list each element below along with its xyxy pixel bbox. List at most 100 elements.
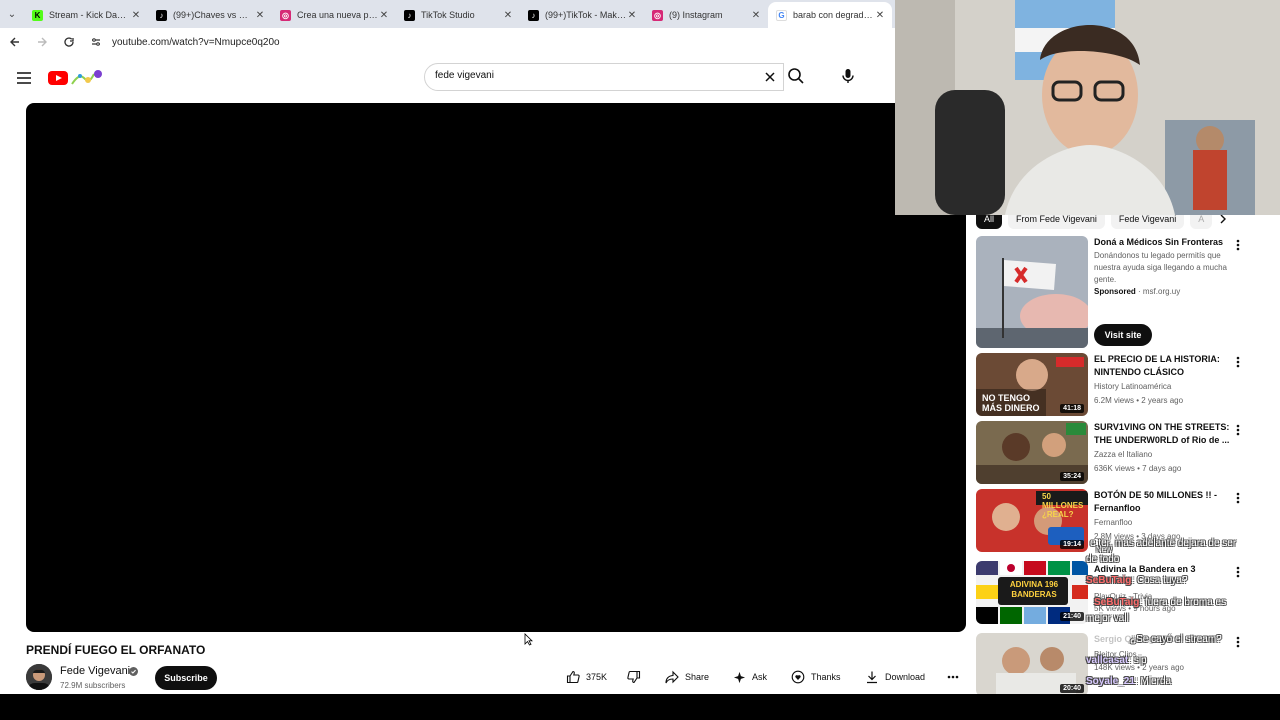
back-icon[interactable] bbox=[3, 30, 27, 54]
video-duration: 19:14 bbox=[1060, 540, 1084, 549]
chat-text: ¿Se cayó el stream? bbox=[1130, 634, 1222, 645]
browser-tab[interactable]: K Stream - Kick Dashbo ✕ bbox=[24, 2, 148, 28]
search-icon[interactable] bbox=[786, 66, 806, 86]
taskbar-strip bbox=[0, 694, 1280, 720]
more-vertical-icon[interactable] bbox=[1234, 355, 1242, 369]
video-duration: 20:40 bbox=[1060, 684, 1084, 693]
close-tab-icon[interactable]: ✕ bbox=[130, 10, 142, 21]
url-field[interactable]: youtube.com/watch?v=Nmupce0q20o bbox=[112, 37, 280, 48]
search-input[interactable]: fede vigevani bbox=[435, 70, 494, 81]
like-count: 375K bbox=[586, 672, 608, 682]
thanks-icon bbox=[791, 670, 805, 684]
chat-text: mejor vall bbox=[1086, 613, 1129, 624]
more-vertical-icon[interactable] bbox=[1234, 238, 1242, 252]
video-thumbnail[interactable]: 20:40 bbox=[976, 633, 1088, 696]
browser-tab[interactable]: ♪ (99+)TikTok - Make Y ✕ bbox=[520, 2, 644, 28]
clear-search-icon[interactable] bbox=[763, 70, 777, 84]
share-icon bbox=[665, 670, 679, 684]
browser-tab[interactable]: ♪ TikTok Studio ✕ bbox=[396, 2, 520, 28]
reload-icon[interactable] bbox=[57, 30, 81, 54]
video-meta: 6.2M views • 2 years ago bbox=[1094, 396, 1184, 405]
close-tab-icon[interactable]: ✕ bbox=[254, 10, 266, 21]
video-duration: 35:24 bbox=[1060, 472, 1084, 481]
close-tab-icon[interactable]: ✕ bbox=[502, 10, 514, 21]
tab-title: TikTok Studio bbox=[421, 10, 475, 20]
chat-message: Soyale_21: Mierda bbox=[1086, 676, 1171, 687]
youtube-logo[interactable] bbox=[48, 68, 110, 88]
ad-description: Donándonos tu legado permitís que nuestr… bbox=[1094, 251, 1227, 284]
tab-title: (99+)Chaves vs Drag bbox=[173, 10, 254, 20]
video-title[interactable]: BOTÓN DE 50 MILLONES !! - Fernanfloo bbox=[1094, 489, 1234, 515]
chat-text: de todo bbox=[1086, 554, 1120, 565]
browser-tab[interactable]: ◎ Crea una nueva publi ✕ bbox=[272, 2, 396, 28]
site-info-icon[interactable] bbox=[84, 30, 108, 54]
sponsored-ad[interactable]: Doná a Médicos Sin Fronteras Donándonos … bbox=[976, 236, 1266, 348]
browser-tab[interactable]: ◎ (9) Instagram ✕ bbox=[644, 2, 768, 28]
chat-text: New bbox=[1096, 545, 1113, 554]
close-tab-icon[interactable]: ✕ bbox=[874, 10, 886, 21]
chat-message: SeBuTaig: Cosa tuya? bbox=[1086, 575, 1188, 586]
video-channel[interactable]: Zazza el Italiano bbox=[1094, 450, 1152, 459]
chat-message: de todo bbox=[1086, 554, 1119, 565]
video-channel[interactable]: History Latinoamérica bbox=[1094, 382, 1171, 391]
tab-title: (9) Instagram bbox=[669, 10, 723, 20]
visit-site-button[interactable]: Visit site bbox=[1094, 324, 1152, 346]
sponsored-label: Sponsored bbox=[1094, 287, 1136, 296]
search-box[interactable]: fede vigevani bbox=[424, 63, 784, 91]
tab-title: barab con degrade - bbox=[793, 10, 874, 20]
tab-title: Crea una nueva publi bbox=[297, 10, 378, 20]
download-button[interactable]: Download bbox=[865, 666, 925, 688]
video-thumbnail[interactable]: 50 MILLONES ¿REAL? 19:14 bbox=[976, 489, 1088, 552]
related-video[interactable]: 35:24 SURV1VING ON THE STREETS: THE UNDE… bbox=[976, 421, 1266, 484]
menu-icon[interactable] bbox=[14, 68, 34, 88]
video-title[interactable]: SURV1VING ON THE STREETS: THE UNDERW0RLD… bbox=[1094, 421, 1234, 447]
ad-domain: msf.org.uy bbox=[1142, 287, 1181, 296]
chat-message: mejor vall bbox=[1086, 613, 1129, 624]
thumbnail-text: NO TENGO MÁS DINERO bbox=[982, 393, 1040, 413]
related-video[interactable]: NO TENGO MÁS DINERO 41:18 EL PRECIO DE L… bbox=[976, 353, 1266, 416]
close-tab-icon[interactable]: ✕ bbox=[626, 10, 638, 21]
share-button[interactable]: Share bbox=[665, 666, 709, 688]
more-horizontal-icon bbox=[947, 675, 959, 679]
more-vertical-icon[interactable] bbox=[1234, 635, 1242, 649]
video-thumbnail[interactable]: NO TENGO MÁS DINERO 41:18 bbox=[976, 353, 1088, 416]
ad-sponsor-line: Sponsored · msf.org.uy bbox=[1094, 287, 1181, 296]
dislike-button[interactable] bbox=[627, 666, 647, 688]
more-actions-button[interactable] bbox=[947, 666, 965, 688]
more-vertical-icon[interactable] bbox=[1234, 423, 1242, 437]
video-player[interactable] bbox=[26, 103, 966, 632]
download-label: Download bbox=[885, 672, 926, 682]
close-tab-icon[interactable]: ✕ bbox=[378, 10, 390, 21]
channel-avatar[interactable] bbox=[26, 664, 52, 690]
channel-name[interactable]: Fede Vigevani bbox=[60, 665, 130, 677]
chat-message: SeBuTaig: fuera de broma es bbox=[1094, 597, 1226, 608]
browser-tab-active[interactable]: G barab con degrade - ✕ bbox=[768, 2, 892, 28]
chat-username: SeBuTaig bbox=[1094, 597, 1140, 608]
video-duration: 41:18 bbox=[1060, 404, 1084, 413]
chat-username: Soyale_21 bbox=[1086, 676, 1135, 687]
ad-thumbnail[interactable] bbox=[976, 236, 1088, 348]
browser-tab[interactable]: ♪ (99+)Chaves vs Drag ✕ bbox=[148, 2, 272, 28]
more-vertical-icon[interactable] bbox=[1234, 491, 1242, 505]
video-channel[interactable]: Fernanfloo bbox=[1094, 518, 1132, 527]
video-duration: 21:40 bbox=[1060, 612, 1084, 621]
subscribe-button[interactable]: Subscribe bbox=[155, 666, 217, 690]
video-thumbnail[interactable]: ADIVINA 196 BANDERAS 21:40 bbox=[976, 561, 1088, 624]
like-button[interactable]: 375K bbox=[566, 666, 607, 688]
tab-search-menu-icon[interactable]: ⌄ bbox=[0, 0, 24, 28]
thanks-button[interactable]: Thanks bbox=[791, 666, 841, 688]
browser-tab-strip: ⌄ K Stream - Kick Dashbo ✕ ♪ (99+)Chaves… bbox=[0, 0, 895, 28]
video-title[interactable]: EL PRECIO DE LA HISTORIA: NINTENDO CLÁSI… bbox=[1094, 353, 1234, 379]
thumbnail-text: ADIVINA 196 BANDERAS bbox=[1009, 580, 1059, 599]
video-thumbnail[interactable]: 35:24 bbox=[976, 421, 1088, 484]
microphone-icon[interactable] bbox=[838, 66, 858, 86]
instagram-icon: ◎ bbox=[652, 9, 663, 21]
ask-button[interactable]: Ask bbox=[733, 666, 767, 688]
close-tab-icon[interactable]: ✕ bbox=[750, 10, 762, 21]
ask-label: Ask bbox=[752, 672, 768, 682]
more-vertical-icon[interactable] bbox=[1234, 565, 1242, 579]
forward-icon[interactable] bbox=[30, 30, 54, 54]
chat-text: : sip bbox=[1128, 655, 1147, 666]
mouse-cursor-icon bbox=[524, 633, 533, 646]
ad-title[interactable]: Doná a Médicos Sin Fronteras bbox=[1094, 237, 1223, 247]
